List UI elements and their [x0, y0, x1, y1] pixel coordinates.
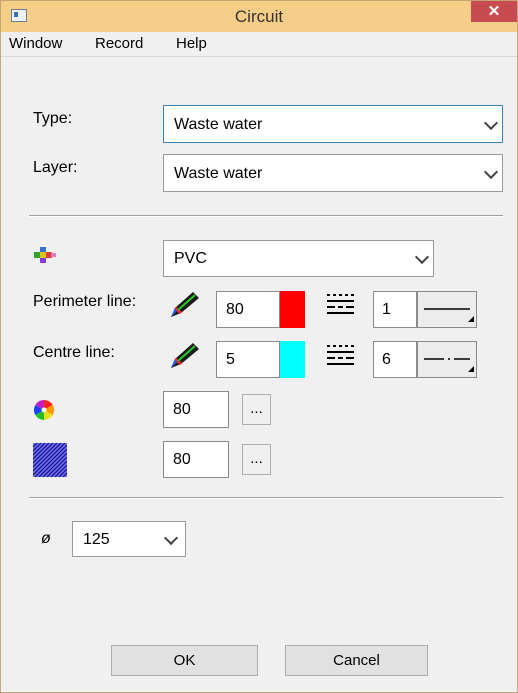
window-title: Circuit — [234, 7, 284, 26]
fill-browse-button[interactable]: ... — [242, 394, 271, 425]
close-button[interactable]: ✕ — [471, 1, 517, 22]
chevron-down-icon — [163, 530, 179, 546]
line-type-icon[interactable] — [325, 344, 357, 368]
diameter-icon: ø — [41, 530, 51, 547]
material-select-value: PVC — [174, 250, 207, 267]
menu-window[interactable]: Window — [9, 32, 62, 56]
layer-select-value: Waste water — [174, 165, 263, 182]
type-label: Type: — [33, 110, 73, 127]
chevron-down-icon — [414, 249, 430, 265]
centre-width-input[interactable]: 5 — [216, 341, 280, 378]
color-wheel-icon[interactable] — [33, 399, 55, 421]
solid-line-icon — [424, 308, 474, 322]
type-select[interactable]: Waste water — [163, 105, 503, 143]
layer-select[interactable]: Waste water — [163, 154, 503, 192]
menu-help[interactable]: Help — [176, 32, 207, 56]
centre-line-label: Centre line: — [33, 344, 115, 361]
separator — [29, 215, 503, 217]
pen-icon[interactable] — [165, 341, 203, 371]
menu-bar: Window Record Help — [1, 32, 517, 57]
centre-style-input[interactable]: 6 — [373, 341, 417, 378]
perimeter-color-swatch[interactable] — [280, 291, 305, 328]
hatch-pattern-icon[interactable] — [33, 443, 67, 477]
centre-color-swatch[interactable] — [280, 341, 305, 378]
fill-value-input[interactable]: 80 — [163, 391, 229, 428]
chevron-down-icon — [483, 115, 499, 131]
material-select[interactable]: PVC — [163, 240, 434, 277]
menu-record[interactable]: Record — [95, 32, 143, 56]
ok-button[interactable]: OK — [111, 645, 258, 676]
chevron-down-icon — [483, 164, 499, 180]
diameter-select-value: 125 — [83, 531, 110, 548]
perimeter-width-input[interactable]: 80 — [216, 291, 280, 328]
dash-dot-line-icon — [424, 358, 474, 372]
separator — [29, 497, 503, 499]
centre-style-button[interactable] — [417, 341, 477, 378]
material-icon — [34, 247, 56, 263]
layer-label: Layer: — [33, 159, 78, 176]
circuit-dialog: Circuit ✕ Window Record Help Type: Waste… — [0, 0, 518, 693]
line-type-icon[interactable] — [325, 293, 357, 317]
diameter-select[interactable]: 125 — [72, 521, 186, 557]
hatch-value-input[interactable]: 80 — [163, 441, 229, 478]
pen-icon[interactable] — [165, 290, 203, 320]
title-bar[interactable]: Circuit ✕ — [1, 1, 517, 32]
perimeter-style-button[interactable] — [417, 291, 477, 328]
perimeter-line-label: Perimeter line: — [33, 293, 137, 310]
cancel-button[interactable]: Cancel — [285, 645, 428, 676]
hatch-browse-button[interactable]: ... — [242, 444, 271, 475]
type-select-value: Waste water — [174, 116, 263, 133]
perimeter-style-input[interactable]: 1 — [373, 291, 417, 328]
